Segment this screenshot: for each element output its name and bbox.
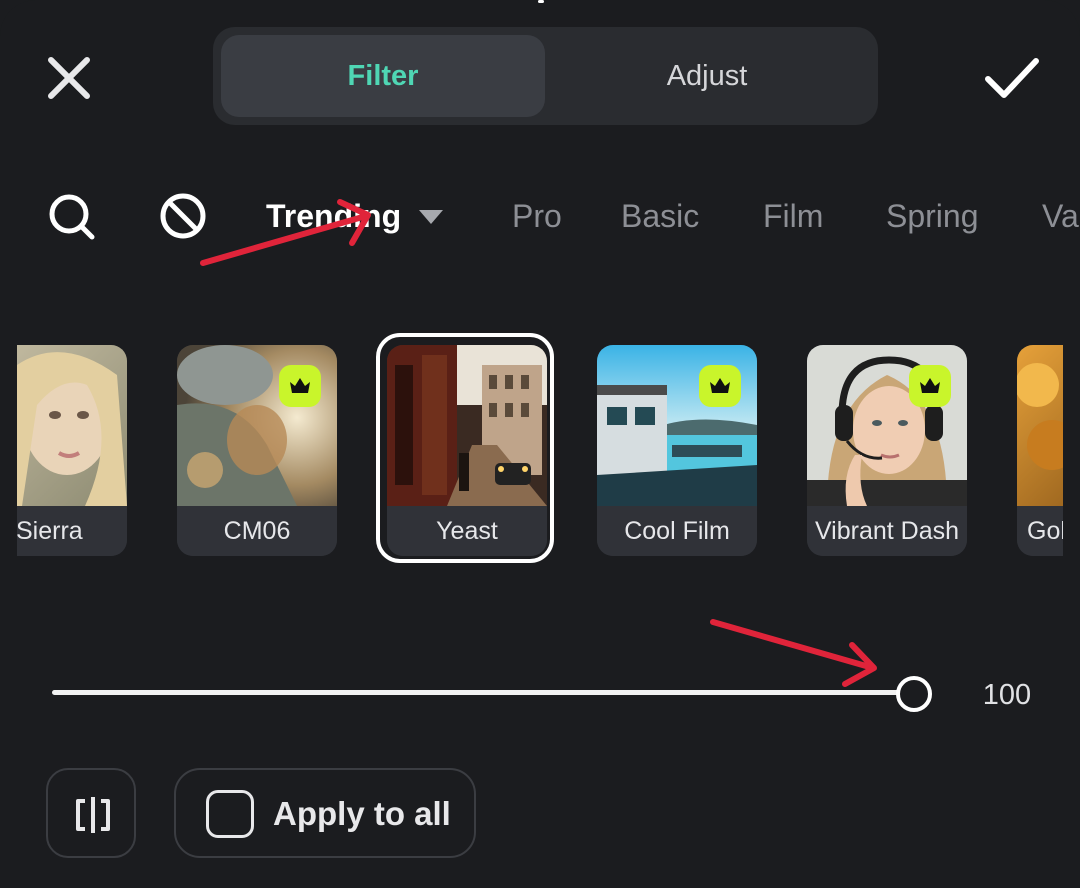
filter-thumbnail [17, 345, 127, 506]
filter-label: Sierra [17, 506, 127, 556]
category-spring[interactable]: Spring [886, 193, 979, 239]
category-basic[interactable]: Basic [621, 193, 699, 239]
check-icon [985, 58, 1039, 98]
confirm-button[interactable] [976, 47, 1046, 109]
filter-cool-film[interactable]: Cool Film [597, 345, 757, 556]
apply-to-all-checkbox[interactable] [206, 790, 254, 838]
tab-filter[interactable]: Filter [221, 35, 545, 117]
filter-label: Vibrant Dash [807, 506, 967, 556]
category-trending[interactable]: Trending [266, 193, 401, 239]
filter-label: Yeast [387, 506, 547, 556]
filter-list: Sierra CM06 Yeast Cool Film Vibrant Dash… [17, 330, 1063, 580]
premium-badge [909, 365, 951, 407]
close-button[interactable] [38, 47, 100, 109]
filter-thumbnail [387, 345, 547, 506]
filter-vibrant-dash[interactable]: Vibrant Dash [807, 345, 967, 556]
category-partial[interactable]: Va [1042, 193, 1079, 239]
close-icon [48, 57, 90, 99]
category-film[interactable]: Film [763, 193, 823, 239]
filter-gol[interactable]: Gol [1017, 345, 1063, 556]
compare-button[interactable] [46, 768, 136, 858]
caret-down-icon[interactable] [418, 209, 444, 225]
tab-adjust[interactable]: Adjust [545, 35, 869, 117]
compare-icon [76, 797, 110, 833]
filter-panel: Filter Adjust Trending Pro Basic Film Sp… [0, 0, 1080, 888]
slider-value: 100 [982, 679, 1032, 711]
arrow-to-slider [710, 619, 876, 671]
filter-label: CM06 [177, 506, 337, 556]
arrow-head-slider [842, 642, 877, 687]
intensity-slider[interactable] [52, 690, 914, 695]
apply-to-all-button[interactable]: Apply to all [174, 768, 476, 858]
filter-thumbnail [1017, 345, 1063, 506]
slider-handle[interactable] [896, 676, 932, 712]
filter-label-text: Gol [1027, 516, 1063, 545]
no-filter-button[interactable] [157, 190, 209, 242]
filter-label: Gol [1017, 506, 1063, 556]
drag-indicator [538, 0, 544, 3]
prohibited-icon [160, 193, 206, 239]
crown-icon [290, 378, 310, 393]
mode-switch: Filter Adjust [213, 27, 878, 125]
crown-icon [710, 378, 730, 393]
filter-sierra[interactable]: Sierra [17, 345, 127, 556]
filter-yeast[interactable]: Yeast [387, 345, 547, 556]
filter-label: Cool Film [597, 506, 757, 556]
crown-icon [920, 378, 940, 393]
filter-cm06[interactable]: CM06 [177, 345, 337, 556]
filter-label-text: Sierra [17, 516, 83, 545]
category-pro[interactable]: Pro [512, 193, 562, 239]
premium-badge [279, 365, 321, 407]
premium-badge [699, 365, 741, 407]
search-icon [49, 194, 95, 240]
apply-to-all-label: Apply to all [273, 795, 451, 832]
search-button[interactable] [45, 190, 97, 242]
